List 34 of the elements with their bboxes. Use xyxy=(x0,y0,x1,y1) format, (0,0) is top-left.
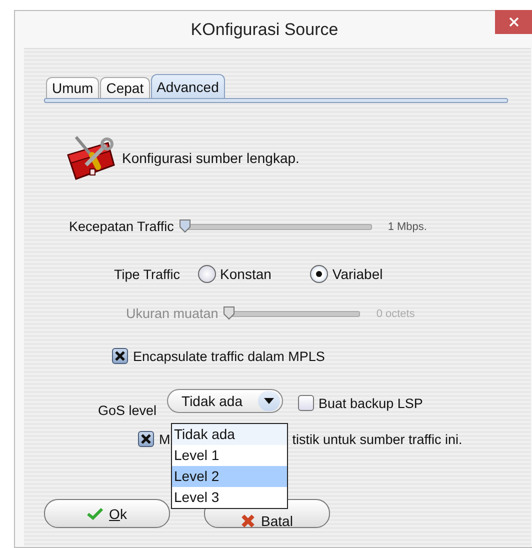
checkbox[interactable] xyxy=(298,395,314,411)
tab[interactable]: Cepat xyxy=(100,77,150,98)
close-button[interactable] xyxy=(495,10,532,34)
caret-icon xyxy=(264,398,274,404)
tab[interactable]: Umum xyxy=(46,77,100,98)
dropdown[interactable]: Tidak ada xyxy=(166,389,283,413)
dropdown-option[interactable]: Level 2 xyxy=(172,466,287,487)
dropdown-option[interactable]: Level 1 xyxy=(172,445,287,466)
field-label: Tipe Traffic xyxy=(114,266,180,282)
checkbox-label: tistik untuk sumber traffic ini. xyxy=(292,432,462,446)
checkmark-icon xyxy=(87,507,104,520)
slider-value: 1 Mbps. xyxy=(388,220,427,232)
field-label: GoS level xyxy=(98,403,157,418)
window-title: KOnfigurasi Source xyxy=(190,20,338,40)
slider-value: 0 octets xyxy=(376,308,415,320)
radio-button[interactable] xyxy=(198,265,216,283)
checkbox-label: Buat backup LSP xyxy=(318,396,423,410)
dropdown-option[interactable]: Tidak ada xyxy=(172,424,287,445)
cross-icon xyxy=(241,514,256,528)
radio-option[interactable]: Variabel xyxy=(310,265,383,283)
radio-button[interactable] xyxy=(310,265,328,283)
toolbox-icon xyxy=(67,136,115,180)
checkbox-label: M xyxy=(159,432,170,446)
slider-label: Kecepatan Traffic xyxy=(69,219,174,234)
description-text: Konfigurasi sumber lengkap. xyxy=(122,150,300,166)
radio-option[interactable]: Konstan xyxy=(198,265,272,283)
close-icon xyxy=(508,17,518,27)
tab[interactable]: Advanced xyxy=(150,74,225,98)
checkbox-label: Encapsulate traffic dalam MPLS xyxy=(133,348,325,364)
ok-button[interactable]: Ok xyxy=(44,499,170,528)
slider-thumb[interactable] xyxy=(178,218,191,232)
checkbox[interactable] xyxy=(112,348,128,364)
slider-label: Ukuran muatan xyxy=(126,306,218,321)
checkbox[interactable] xyxy=(138,431,154,447)
